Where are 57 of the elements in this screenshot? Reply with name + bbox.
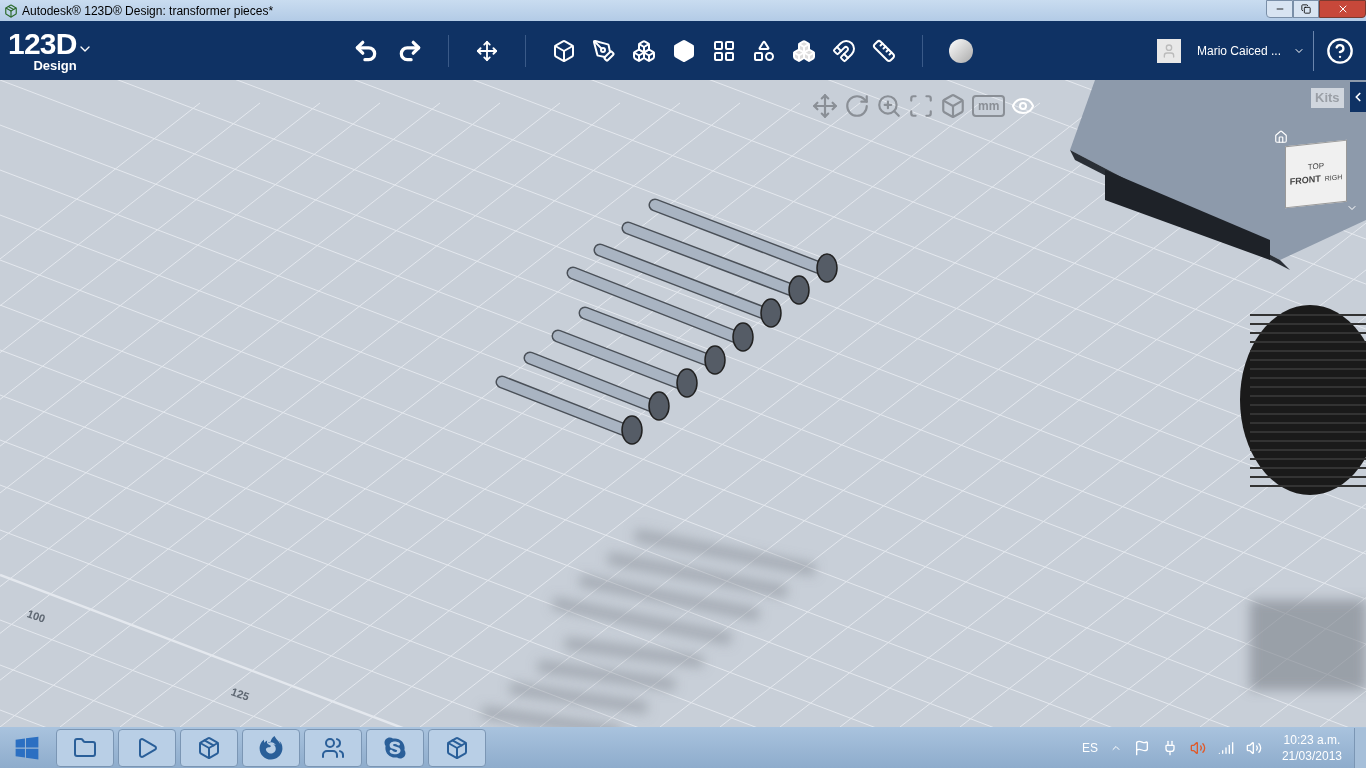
orbit-button[interactable] (844, 93, 870, 119)
app-logo: 123D (8, 29, 77, 59)
box-icon (445, 735, 469, 760)
help-icon (1326, 36, 1354, 65)
folder-icon (73, 735, 97, 760)
app-icon (4, 3, 18, 18)
magnet-icon (832, 38, 856, 63)
kits-label[interactable]: Kits (1311, 88, 1344, 108)
home-icon[interactable] (1274, 130, 1288, 144)
shapes-icon (752, 38, 776, 63)
zoom-button[interactable] (876, 93, 902, 119)
orbit-icon (844, 93, 870, 119)
time-text: 10:23 a.m. (1283, 731, 1341, 748)
move-icon (476, 39, 498, 62)
taskbar-button[interactable] (242, 728, 300, 767)
ruler-icon (872, 38, 896, 63)
avatar-icon (1156, 38, 1181, 63)
restore-button[interactable] (1293, 0, 1319, 18)
fit-icon (908, 93, 934, 119)
axis-label: 100 (24, 606, 48, 627)
windows-icon (14, 734, 40, 761)
blocks-icon (632, 38, 656, 63)
window-title: Autodesk® 123D® Design: transformer pieces* (22, 2, 274, 20)
minimize-button[interactable] (1266, 0, 1293, 18)
browser-icon (259, 735, 283, 760)
pan-icon (812, 93, 838, 119)
package-icon (197, 735, 221, 760)
people-icon (321, 735, 345, 760)
panel-toggle[interactable] (1350, 82, 1366, 112)
user-menu[interactable]: Mario Caiced ... (1196, 30, 1314, 71)
solid-blocks-icon (792, 38, 816, 63)
taskbar-button[interactable] (304, 728, 362, 767)
taskbar-button[interactable] (366, 728, 424, 767)
grid-icon (712, 38, 736, 63)
cube-icon (940, 93, 966, 119)
taskbar-button[interactable] (180, 728, 238, 767)
cube-face-label: FRONT (1289, 172, 1321, 189)
fit-button[interactable] (908, 93, 934, 119)
units-button[interactable]: mm (972, 95, 1006, 117)
taskbar-button[interactable] (118, 728, 176, 767)
flag-icon[interactable] (1133, 739, 1150, 756)
pen-icon (592, 38, 616, 63)
app-logo-subtitle: Design (33, 59, 77, 72)
cube-icon (552, 38, 576, 63)
chat-icon (383, 735, 407, 760)
cube-face-label: TOP (1307, 160, 1325, 175)
zoom-icon (876, 93, 902, 119)
language-indicator[interactable]: ES (1081, 738, 1098, 757)
clock[interactable]: 10:23 a.m. 21/03/2013 (1281, 731, 1342, 764)
signal-icon[interactable] (1217, 739, 1234, 756)
taskbar-button[interactable] (56, 728, 114, 767)
taskbar-button[interactable] (428, 728, 486, 767)
axis-label: 125 (228, 684, 252, 705)
solid-cube-icon (672, 38, 696, 63)
volume-icon[interactable] (1245, 739, 1262, 756)
date-text: 21/03/2013 (1281, 747, 1342, 764)
restore-icon (1301, 4, 1311, 14)
